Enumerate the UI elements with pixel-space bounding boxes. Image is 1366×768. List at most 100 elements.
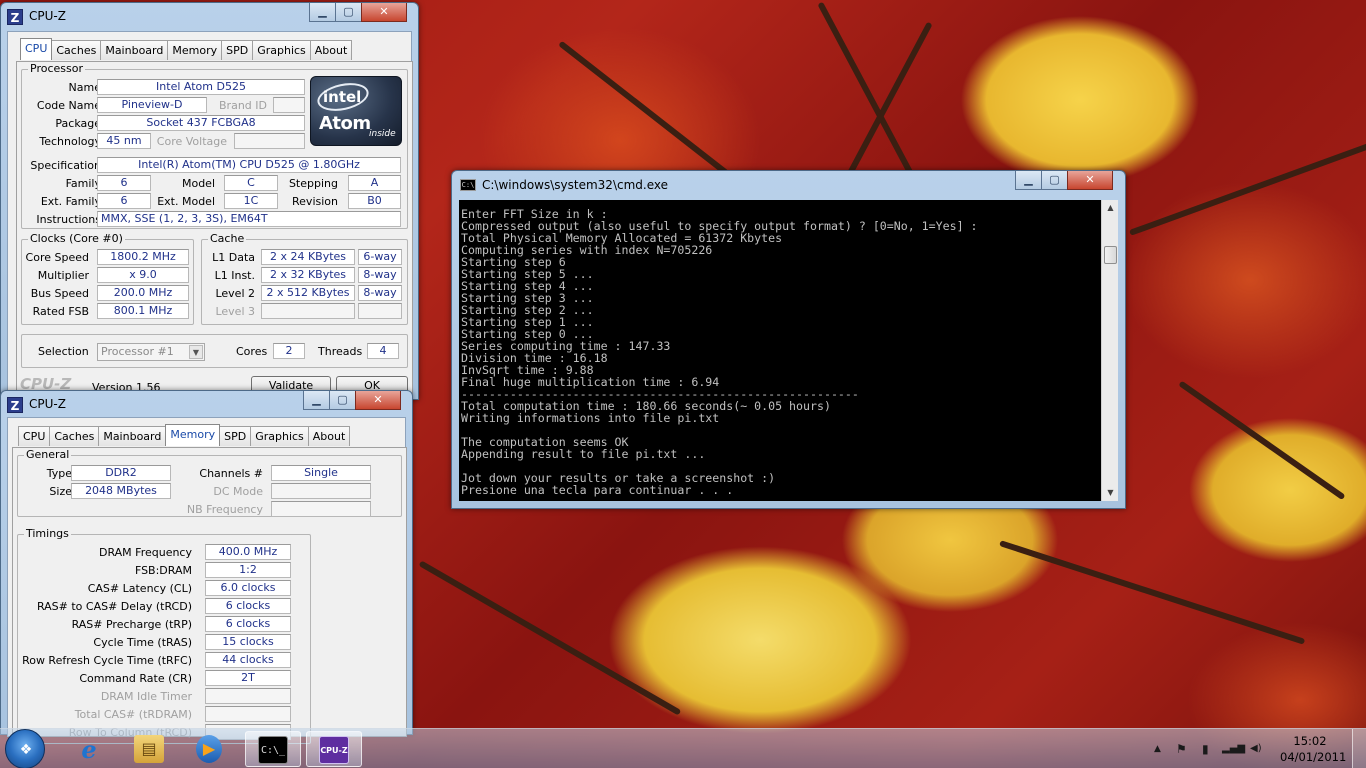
stepping-label: Stepping: [288, 177, 338, 190]
cmd-window[interactable]: C:\ C:\windows\system32\cmd.exe ▁ ▢ ✕ En…: [451, 170, 1126, 509]
close-button[interactable]: ✕: [361, 3, 407, 22]
maximize-icon: ▢: [337, 393, 348, 406]
scroll-up-icon[interactable]: ▲: [1103, 200, 1118, 216]
family-label: Family: [65, 177, 101, 190]
close-button[interactable]: ✕: [1067, 171, 1113, 190]
cpu-tab-panel: Processor Name Intel Atom D525 Code Name…: [16, 61, 413, 396]
l1inst-label: L1 Inst.: [214, 269, 255, 282]
ie-icon: e: [81, 735, 97, 764]
cpuz-client: CPU Caches Mainboard Memory SPD Graphics…: [7, 31, 413, 397]
tab-mainboard[interactable]: Mainboard: [100, 40, 169, 60]
tab-mainboard[interactable]: Mainboard: [98, 426, 167, 446]
cpuz2-titlebar[interactable]: Z CPU-Z ▁ ▢ ✕: [1, 391, 412, 417]
timing-value: 400.0 MHz: [205, 544, 291, 560]
cpuz-titlebar[interactable]: Z CPU-Z ▁ ▢ ✕: [1, 3, 418, 29]
clock-date: 04/01/2011: [1280, 750, 1347, 764]
extmodel-value: 1C: [224, 193, 278, 209]
threads-label: Threads: [318, 345, 363, 358]
console-line: Writing informations into file pi.txt: [461, 411, 720, 425]
scroll-thumb[interactable]: [1104, 246, 1117, 264]
tab-graphics[interactable]: Graphics: [250, 426, 309, 446]
tab-about[interactable]: About: [309, 40, 353, 60]
cpuz-cpu-window[interactable]: Z CPU-Z ▁ ▢ ✕ CPU Caches Mainboard Memor…: [0, 2, 419, 400]
tab-spd[interactable]: SPD: [219, 426, 252, 446]
dcmode-label: DC Mode: [213, 485, 263, 498]
timing-value: 44 clocks: [205, 652, 291, 668]
ratedfsb-label: Rated FSB: [32, 305, 89, 318]
cache-group-title: Cache: [208, 232, 247, 245]
taskbar-ie[interactable]: e: [62, 731, 118, 767]
network-signal-icon[interactable]: ▂▄▆: [1222, 742, 1245, 756]
action-center-flag-icon[interactable]: ⚑: [1176, 742, 1187, 756]
processor-group: Processor Name Intel Atom D525 Code Name…: [21, 62, 408, 229]
maximize-icon: ▢: [343, 5, 354, 18]
busspeed-label: Bus Speed: [30, 287, 89, 300]
cpuz-app-icon: Z: [7, 397, 23, 413]
corevoltage-value: [234, 133, 305, 149]
extfamily-label: Ext. Family: [40, 195, 101, 208]
multiplier-value: x 9.0: [97, 267, 189, 283]
tray-expand-icon[interactable]: ▲: [1154, 742, 1161, 756]
timing-label: RAS# Precharge (tRP): [71, 618, 192, 631]
maximize-button[interactable]: ▢: [335, 3, 362, 22]
family-value: 6: [97, 175, 151, 191]
spec-label: Specification: [30, 159, 101, 172]
tab-caches[interactable]: Caches: [51, 40, 102, 60]
close-button[interactable]: ✕: [355, 391, 401, 410]
maximize-button[interactable]: ▢: [1041, 171, 1068, 190]
taskbar-explorer[interactable]: ▤: [122, 731, 178, 767]
processor-select[interactable]: Processor #1 ▼: [97, 343, 205, 361]
cpuz-memory-window[interactable]: Z CPU-Z ▁ ▢ ✕ CPU Caches Mainboard Memor…: [0, 390, 413, 744]
corespeed-value: 1800.2 MHz: [97, 249, 189, 265]
tab-cpu[interactable]: CPU: [18, 426, 51, 446]
name-value: Intel Atom D525: [97, 79, 305, 95]
cmd-titlebar[interactable]: C:\ C:\windows\system32\cmd.exe ▁ ▢ ✕: [452, 171, 1125, 197]
minimize-button[interactable]: ▁: [303, 391, 330, 410]
battery-icon[interactable]: ▮: [1202, 742, 1209, 756]
maximize-button[interactable]: ▢: [329, 391, 356, 410]
taskbar-cmd[interactable]: C:\_: [245, 731, 301, 767]
close-icon: ✕: [373, 393, 383, 406]
volume-icon[interactable]: ◀): [1250, 742, 1262, 756]
tab-memory[interactable]: Memory: [167, 40, 223, 60]
timing-label: RAS# to CAS# Delay (tRCD): [36, 600, 192, 613]
level3-label: Level 3: [215, 305, 255, 318]
console-output[interactable]: Enter FFT Size in k : Compressed output (…: [459, 200, 1118, 501]
taskbar-cpuz[interactable]: CPU-Z: [306, 731, 362, 767]
taskbar-clock[interactable]: 15:02 04/01/2011: [1280, 733, 1347, 765]
tab-graphics[interactable]: Graphics: [252, 40, 311, 60]
timing-value: [205, 688, 291, 704]
type-value: DDR2: [71, 465, 171, 481]
cache-group: Cache L1 Data 2 x 24 KBytes 6-way L1 Ins…: [201, 232, 408, 325]
memory-tab-panel: General Type DDR2 Size 2048 MBytes Chann…: [12, 447, 407, 744]
show-desktop-button[interactable]: [1352, 729, 1366, 768]
processor-group-title: Processor: [28, 62, 85, 75]
timing-label: DRAM Frequency: [98, 546, 192, 559]
console-scrollbar[interactable]: ▲ ▼: [1101, 200, 1118, 501]
tab-memory[interactable]: Memory: [165, 424, 221, 446]
start-button[interactable]: ❖: [5, 729, 45, 768]
minimize-button[interactable]: ▁: [1015, 171, 1042, 190]
multiplier-label: Multiplier: [37, 269, 89, 282]
timing-label: DRAM Idle Timer: [100, 690, 192, 703]
level2-value: 2 x 512 KBytes: [261, 285, 355, 301]
timings-group-title: Timings: [24, 527, 71, 540]
tab-cpu[interactable]: CPU: [20, 38, 53, 60]
general-group: General Type DDR2 Size 2048 MBytes Chann…: [17, 448, 402, 517]
instructions-label: Instructions: [36, 213, 101, 226]
tab-about[interactable]: About: [307, 426, 351, 446]
model-label: Model: [181, 177, 215, 190]
taskbar-media-player[interactable]: ▶: [182, 731, 238, 767]
scroll-down-icon[interactable]: ▼: [1103, 485, 1118, 501]
spec-value: Intel(R) Atom(TM) CPU D525 @ 1.80GHz: [97, 157, 401, 173]
cores-value: 2: [273, 343, 305, 359]
maximize-icon: ▢: [1049, 173, 1060, 186]
minimize-button[interactable]: ▁: [309, 3, 336, 22]
tab-spd[interactable]: SPD: [221, 40, 254, 60]
codename-label: Code Name: [36, 99, 101, 112]
media-player-icon: ▶: [196, 735, 222, 763]
tab-caches[interactable]: Caches: [49, 426, 100, 446]
stepping-value: A: [348, 175, 401, 191]
channels-value: Single: [271, 465, 371, 481]
minimize-icon: ▁: [318, 5, 327, 18]
